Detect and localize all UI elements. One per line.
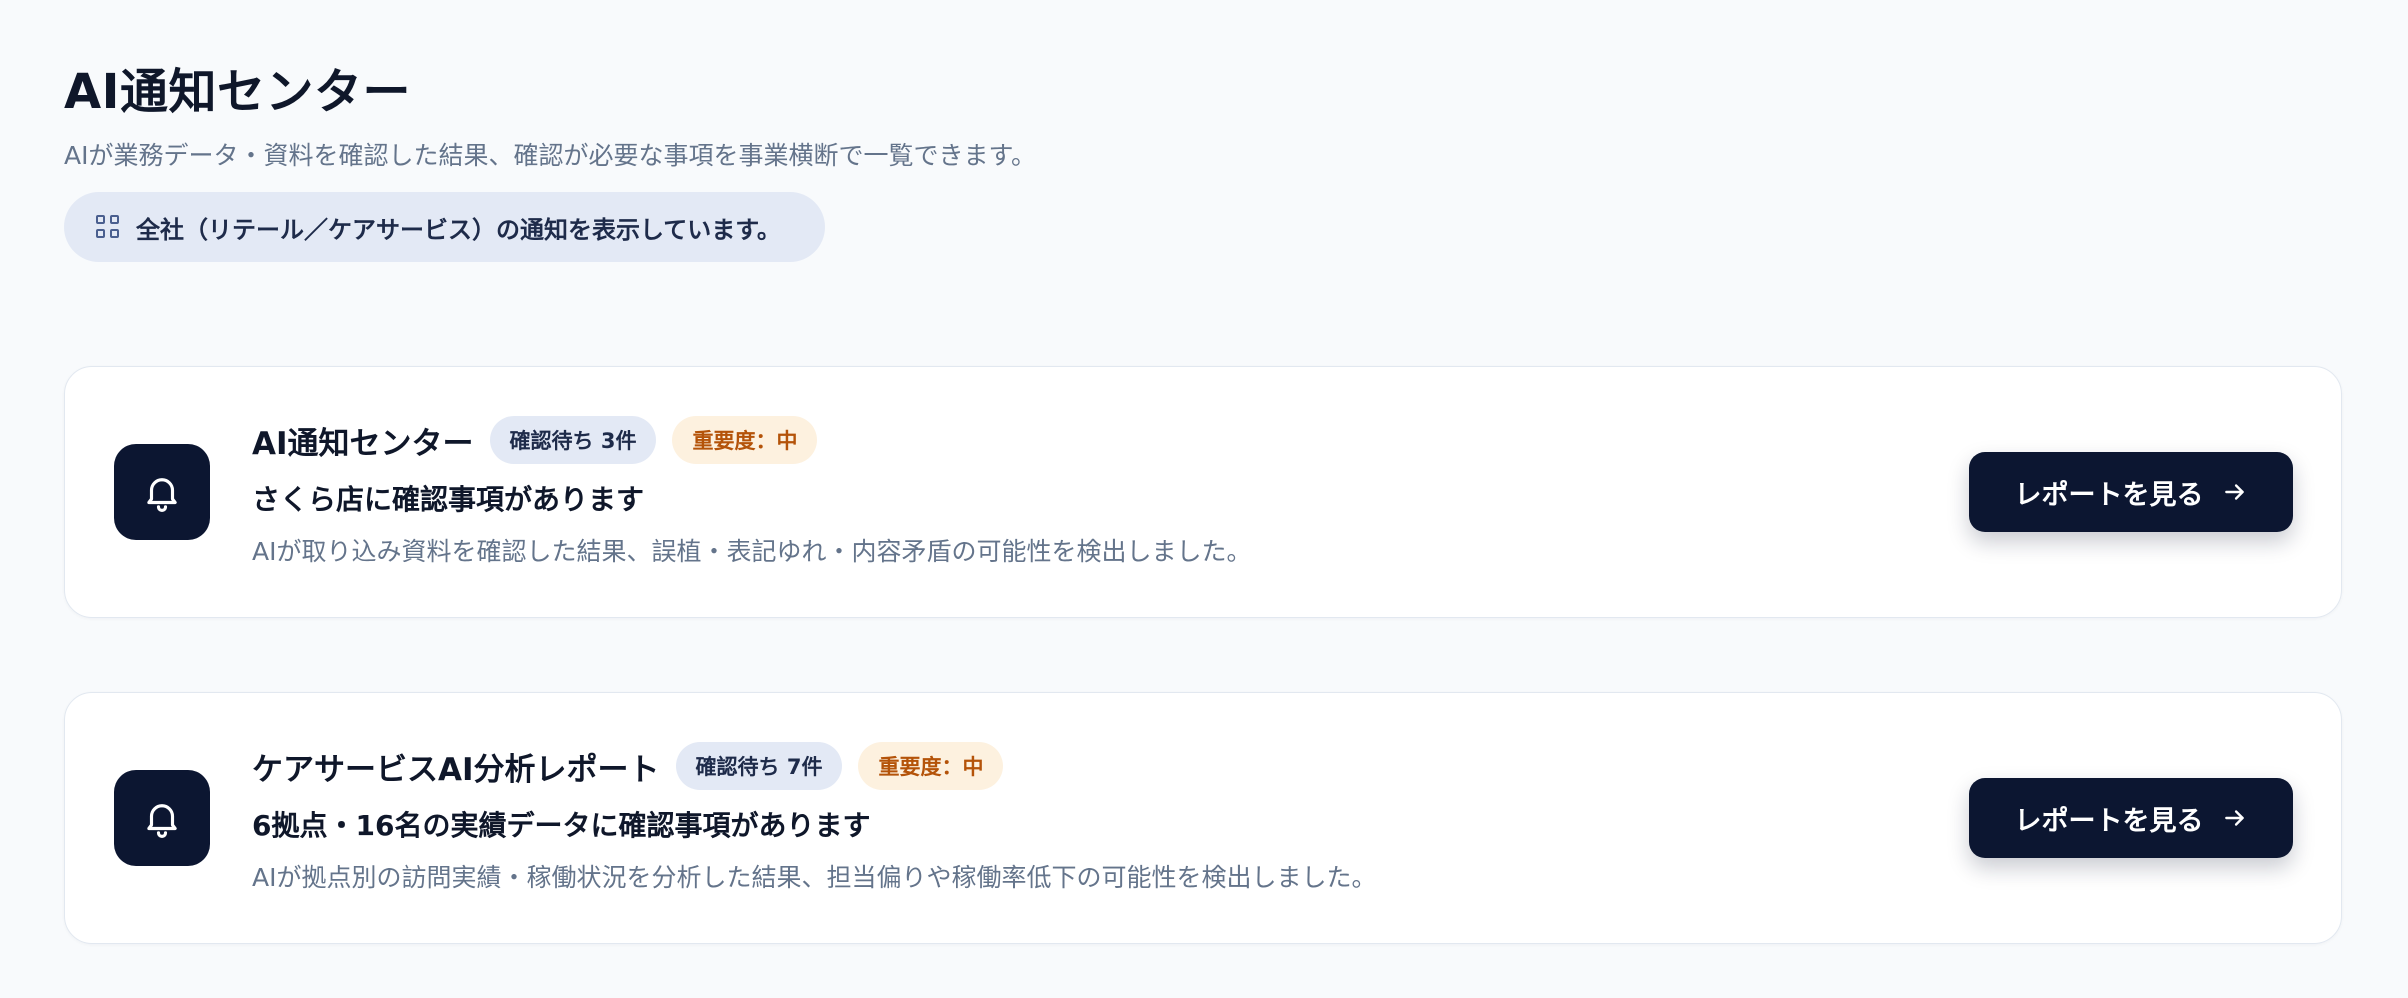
arrow-right-icon [2222, 479, 2248, 505]
notification-list: AI通知センター 確認待ち 3件 重要度：中 さくら店に確認事項があります AI… [64, 366, 2344, 944]
notification-center-page: AI通知センター AIが業務データ・資料を確認した結果、確認が必要な事項を事業横… [0, 0, 2408, 998]
view-report-button[interactable]: レポートを見る [1969, 778, 2293, 858]
notification-title: ケアサービスAI分析レポート [252, 751, 660, 788]
notification-description: AIが取り込み資料を確認した結果、誤植・表記ゆれ・内容矛盾の可能性を検出しました… [252, 537, 1252, 566]
bell-icon [114, 444, 210, 540]
notification-content: AI通知センター 確認待ち 3件 重要度：中 さくら店に確認事項があります AI… [252, 416, 1969, 568]
notification-card: AI通知センター 確認待ち 3件 重要度：中 さくら店に確認事項があります AI… [64, 366, 2342, 618]
notification-description: AIが拠点別の訪問実績・稼働状況を分析した結果、担当偏りや稼働率低下の可能性を検… [252, 863, 1377, 892]
notification-headline: さくら店に確認事項があります [252, 483, 645, 516]
notification-header: AI通知センター 確認待ち 3件 重要度：中 [252, 416, 1969, 464]
view-report-button[interactable]: レポートを見る [1969, 452, 2293, 532]
view-report-label: レポートを見る [2014, 805, 2204, 837]
notification-header: ケアサービスAI分析レポート 確認待ち 7件 重要度：中 [252, 742, 1969, 790]
page-subtitle: AIが業務データ・資料を確認した結果、確認が必要な事項を事業横断で一覧できます。 [64, 141, 1036, 170]
notification-headline: 6拠点・16名の実績データに確認事項があります [252, 809, 871, 842]
notification-content: ケアサービスAI分析レポート 確認待ち 7件 重要度：中 6拠点・16名の実績デ… [252, 742, 1969, 894]
notification-card: ケアサービスAI分析レポート 確認待ち 7件 重要度：中 6拠点・16名の実績デ… [64, 692, 2342, 944]
view-report-label: レポートを見る [2014, 479, 2204, 511]
grid-icon [96, 215, 120, 239]
severity-badge: 重要度：中 [672, 416, 818, 464]
pending-count-badge: 確認待ち 7件 [675, 742, 843, 790]
bell-icon [114, 770, 210, 866]
notification-title: AI通知センター [252, 425, 474, 462]
scope-text: 全社（リテール／ケアサービス）の通知を表示しています。 [136, 215, 781, 244]
arrow-right-icon [2222, 805, 2248, 831]
scope-indicator: 全社（リテール／ケアサービス）の通知を表示しています。 [64, 192, 825, 262]
severity-badge: 重要度：中 [858, 742, 1004, 790]
page-title: AI通知センター [64, 64, 412, 120]
pending-count-badge: 確認待ち 3件 [489, 416, 657, 464]
